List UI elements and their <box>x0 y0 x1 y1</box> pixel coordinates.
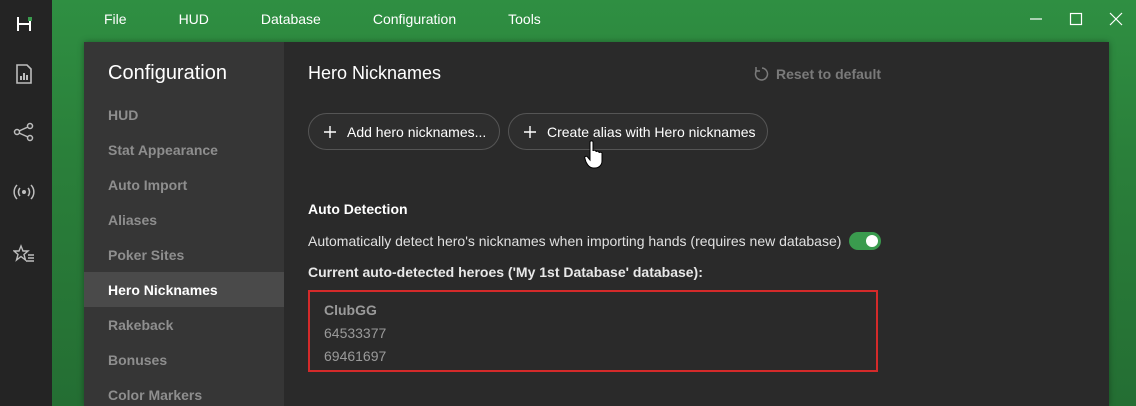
menu-bar: File HUD Database Configuration Tools <box>52 0 1136 38</box>
close-button[interactable] <box>1096 0 1136 38</box>
hero-id: 69461697 <box>324 348 387 364</box>
broadcast-icon[interactable] <box>12 180 36 204</box>
sidebar-item-auto-import[interactable]: Auto Import <box>84 167 284 202</box>
close-icon <box>1109 12 1123 26</box>
create-alias-label: Create alias with Hero nicknames <box>547 123 756 140</box>
hand-cursor-icon <box>584 140 604 175</box>
toggle-knob <box>866 235 879 247</box>
sidebar-item-hud[interactable]: HUD <box>84 97 284 132</box>
detected-heroes-box: ClubGG 64533377 69461697 <box>308 290 878 372</box>
sidebar-item-bonuses[interactable]: Bonuses <box>84 342 284 377</box>
maximize-button[interactable] <box>1056 0 1096 38</box>
sidebar-item-hero-nicknames[interactable]: Hero Nicknames <box>84 272 284 307</box>
favorites-icon[interactable] <box>12 242 36 266</box>
reset-icon <box>754 67 769 81</box>
sidebar-item-aliases[interactable]: Aliases <box>84 202 284 237</box>
config-content: Hero Nicknames Reset to default Add hero… <box>284 42 1109 406</box>
plus-icon <box>323 125 337 139</box>
menu-file[interactable]: File <box>104 11 127 27</box>
auto-detect-label: Automatically detect hero's nicknames wh… <box>308 233 842 249</box>
menu-configuration[interactable]: Configuration <box>373 11 456 27</box>
app-logo-icon[interactable] <box>12 12 36 36</box>
reports-icon[interactable] <box>12 62 36 86</box>
sidebar-item-poker-sites[interactable]: Poker Sites <box>84 237 284 272</box>
sidebar-item-color-markers[interactable]: Color Markers <box>84 377 284 406</box>
maximize-icon <box>1069 12 1083 26</box>
hero-id: 64533377 <box>324 325 387 341</box>
create-alias-button[interactable]: Create alias with Hero nicknames <box>508 113 768 150</box>
menu-tools[interactable]: Tools <box>508 11 541 27</box>
menu-hud[interactable]: HUD <box>179 11 209 27</box>
auto-detect-toggle[interactable] <box>849 232 882 250</box>
plus-icon <box>523 125 537 139</box>
config-sidebar: Configuration HUD Stat Appearance Auto I… <box>84 42 284 406</box>
page-title: Hero Nicknames <box>308 63 442 83</box>
current-heroes-label: Current auto-detected heroes ('My 1st Da… <box>308 264 703 280</box>
hero-site: ClubGG <box>324 302 377 318</box>
reset-label: Reset to default <box>776 66 882 82</box>
add-hero-nicknames-button[interactable]: Add hero nicknames... <box>308 113 500 150</box>
minimize-icon <box>1030 18 1042 20</box>
share-icon[interactable] <box>12 120 36 144</box>
auto-detect-row: Automatically detect hero's nicknames wh… <box>308 232 882 250</box>
window-controls <box>1016 0 1136 38</box>
sidebar-item-stat-appearance[interactable]: Stat Appearance <box>84 132 284 167</box>
reset-to-default-button[interactable]: Reset to default <box>754 66 881 82</box>
configuration-dialog: Configuration HUD Stat Appearance Auto I… <box>84 42 1109 406</box>
auto-detection-heading: Auto Detection <box>308 201 408 217</box>
icon-rail <box>0 0 52 406</box>
sidebar-title: Configuration <box>108 62 227 84</box>
add-hero-nicknames-label: Add hero nicknames... <box>347 123 487 140</box>
menu-database[interactable]: Database <box>261 11 321 27</box>
minimize-button[interactable] <box>1016 0 1056 38</box>
sidebar-item-rakeback[interactable]: Rakeback <box>84 307 284 342</box>
